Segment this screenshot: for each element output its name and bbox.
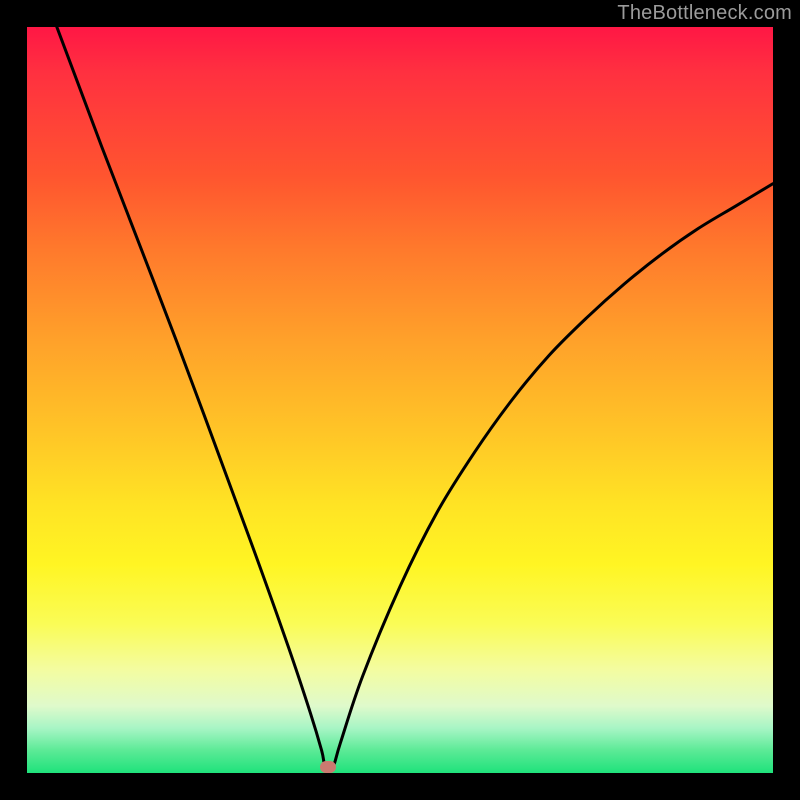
chart-canvas: TheBottleneck.com xyxy=(0,0,800,800)
plot-area xyxy=(27,27,773,773)
attribution-label: TheBottleneck.com xyxy=(617,2,792,25)
optimum-marker xyxy=(320,761,336,773)
bottleneck-curve xyxy=(27,27,773,773)
